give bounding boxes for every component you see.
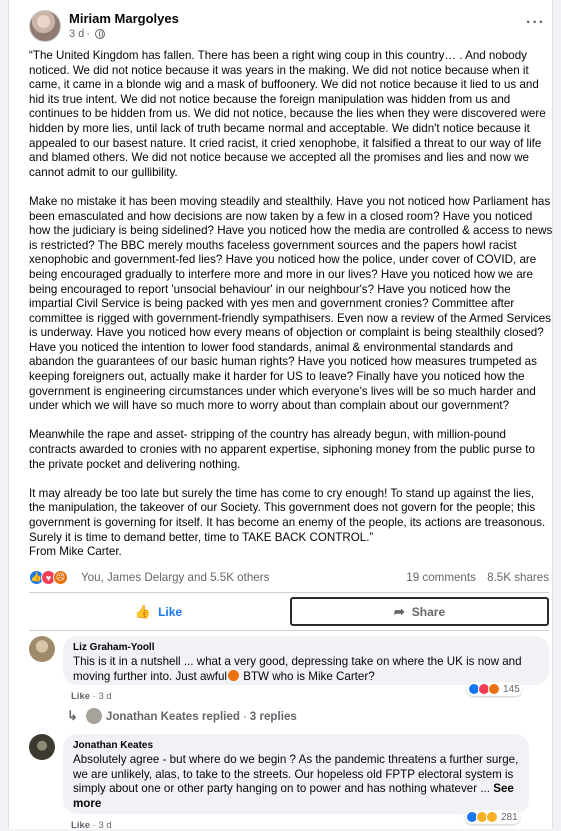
post-actions: 👍 Like ➦ Share xyxy=(29,597,549,626)
comment-time[interactable]: 3 d xyxy=(98,820,111,831)
post-time[interactable]: 3 d xyxy=(69,28,84,40)
post-card: Miriam Margolyes 3 d · ··· “The United K… xyxy=(8,0,553,831)
sad-icon xyxy=(486,811,498,823)
reaction-icons[interactable]: 👍 ♥ ☹ xyxy=(29,570,68,585)
post-paragraph: Make no mistake it has been moving stead… xyxy=(29,194,553,413)
more-options-button[interactable]: ··· xyxy=(526,14,545,32)
commenter-name[interactable]: Liz Graham-Yooll xyxy=(73,642,539,653)
comments-count[interactable]: 19 comments xyxy=(406,571,476,584)
thumbs-up-icon: 👍 xyxy=(134,603,152,619)
post-paragraph: It may already be too late but surely th… xyxy=(29,486,546,559)
reaction-count: 281 xyxy=(501,811,518,823)
replier-name: Jonathan Keates replied xyxy=(105,709,240,723)
post-stats: 👍 ♥ ☹ You, James Delargy and 5.5K others… xyxy=(29,569,549,587)
divider xyxy=(29,630,549,631)
post-paragraph: “The United Kingdom has fallen. There ha… xyxy=(29,49,546,179)
engagement-counts: 19 comments 8.5K shares xyxy=(398,571,549,584)
angry-emoji-icon xyxy=(228,669,240,681)
author-name[interactable]: Miriam Margolyes xyxy=(69,11,179,26)
divider xyxy=(29,592,549,593)
angry-icon: ☹ xyxy=(53,570,68,585)
shares-count[interactable]: 8.5K shares xyxy=(487,571,549,584)
replier-avatar xyxy=(85,708,102,724)
reactors-text[interactable]: You, James Delargy and 5.5K others xyxy=(81,571,269,584)
comment-text-tail: BTW who is Mike Carter? xyxy=(240,669,375,683)
comment-time[interactable]: 3 d xyxy=(98,691,111,702)
post-meta: 3 d · xyxy=(69,28,105,40)
replies-separator: · xyxy=(242,709,247,723)
comment-text-body: Absolutely agree - but where do we begin… xyxy=(73,753,519,796)
post-paragraph: Meanwhile the rape and asset- stripping … xyxy=(29,428,535,471)
commenter-name[interactable]: Jonathan Keates xyxy=(73,740,519,751)
share-arrow-icon: ➦ xyxy=(393,603,405,619)
author-avatar[interactable] xyxy=(29,10,61,42)
comment-reactions[interactable]: 281 xyxy=(465,810,520,824)
comment-bubble: Liz Graham-Yooll This is it in a nutshel… xyxy=(63,636,549,685)
replies-count: 3 replies xyxy=(249,709,297,723)
reply-arrow-icon: ↳ xyxy=(67,708,78,723)
comment-meta: Like · 3 d xyxy=(71,820,112,831)
like-button[interactable]: 👍 Like xyxy=(29,597,288,626)
angry-icon xyxy=(488,683,500,695)
post-header: Miriam Margolyes 3 d · ··· xyxy=(29,10,549,44)
like-label: Like xyxy=(158,604,183,619)
comment-text: Absolutely agree - but where do we begin… xyxy=(73,753,519,811)
reaction-count: 145 xyxy=(503,683,520,695)
commenter-avatar[interactable] xyxy=(29,734,55,760)
comment-like-link[interactable]: Like xyxy=(71,820,90,831)
commenter-avatar[interactable] xyxy=(29,636,55,662)
comment-bubble: Jonathan Keates Absolutely agree - but w… xyxy=(63,734,529,814)
comment-meta: Like · 3 d xyxy=(71,691,112,702)
globe-icon xyxy=(94,29,105,39)
share-label: Share xyxy=(411,604,446,619)
share-button[interactable]: ➦ Share xyxy=(290,597,549,626)
comment-text: This is it in a nutshell ... what a very… xyxy=(73,655,539,684)
view-replies-link[interactable]: ↳ Jonathan Keates replied · 3 replies xyxy=(67,708,297,724)
comment-like-link[interactable]: Like xyxy=(71,691,90,702)
post-text: “The United Kingdom has fallen. There ha… xyxy=(29,49,553,560)
meta-dot: · xyxy=(86,28,90,40)
comment-reactions[interactable]: 145 xyxy=(467,682,522,696)
